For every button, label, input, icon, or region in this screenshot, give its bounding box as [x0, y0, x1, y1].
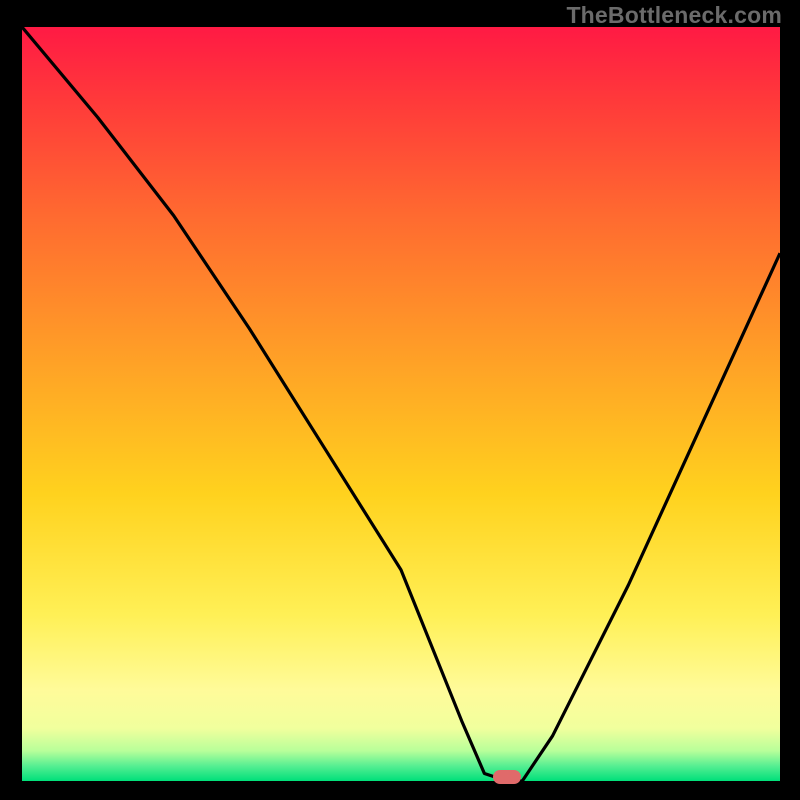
- minimum-marker: [493, 770, 521, 784]
- bottleneck-curve-path: [22, 27, 780, 781]
- curve-svg: [22, 27, 780, 781]
- chart-frame: TheBottleneck.com: [0, 0, 800, 800]
- plot-area: [22, 27, 780, 781]
- watermark-text: TheBottleneck.com: [566, 2, 782, 29]
